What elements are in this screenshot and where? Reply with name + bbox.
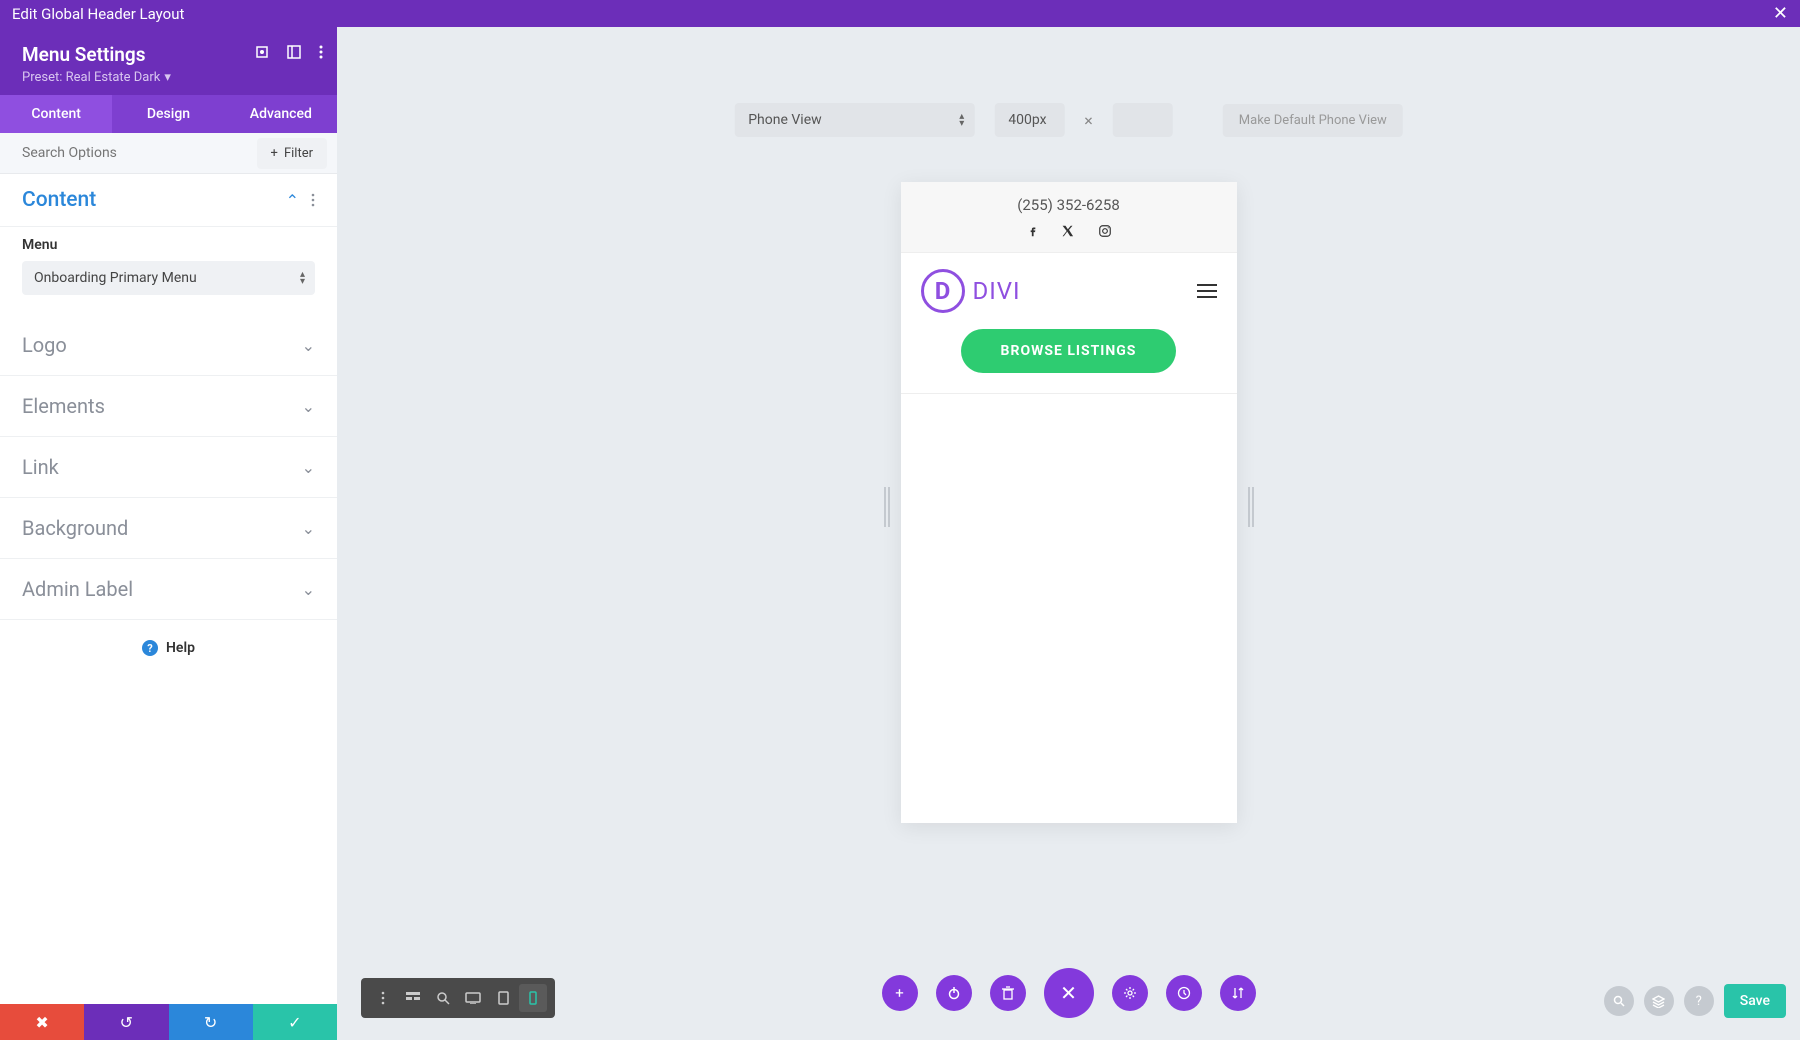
zoom-icon[interactable] — [429, 984, 457, 1012]
canvas-top-controls: Phone View ▴▾ × Make Default Phone View — [734, 103, 1403, 137]
hamburger-icon[interactable] — [1197, 284, 1217, 298]
confirm-button[interactable]: ✓ — [253, 1004, 337, 1040]
social-icons — [915, 224, 1223, 238]
tablet-view-icon[interactable] — [489, 984, 517, 1012]
toolbar-more-icon[interactable] — [369, 984, 397, 1012]
help-circle-button[interactable]: ? — [1684, 986, 1714, 1016]
search-circle-button[interactable] — [1604, 986, 1634, 1016]
preset-selector[interactable]: Preset: Real Estate Dark ▾ — [22, 70, 315, 85]
menu-select[interactable]: Onboarding Primary Menu ▴▾ — [22, 261, 315, 295]
chevron-down-icon: ⌄ — [302, 397, 315, 416]
sidebar-header: Menu Settings Preset: Real Estate Dark ▾ — [0, 27, 337, 95]
top-bar: Edit Global Header Layout ✕ — [0, 0, 1800, 27]
tab-advanced[interactable]: Advanced — [225, 95, 337, 133]
section-content-header[interactable]: Content ⌃ — [0, 174, 337, 227]
search-input[interactable] — [0, 133, 257, 173]
section-elements[interactable]: Elements ⌄ — [0, 376, 337, 437]
height-input[interactable] — [1113, 103, 1173, 137]
menu-field-label: Menu — [22, 237, 315, 253]
facebook-icon[interactable] — [1026, 224, 1040, 238]
view-toolbar — [361, 978, 555, 1018]
settings-sidebar: Menu Settings Preset: Real Estate Dark ▾… — [0, 27, 337, 1040]
section-background[interactable]: Background ⌄ — [0, 498, 337, 559]
search-row: + Filter — [0, 133, 337, 174]
view-mode-select[interactable]: Phone View ▴▾ — [734, 103, 974, 137]
tab-content[interactable]: Content — [0, 95, 112, 133]
history-button[interactable] — [1166, 975, 1202, 1011]
builder-actions: + ✕ — [882, 968, 1256, 1018]
trash-button[interactable] — [990, 975, 1026, 1011]
chevron-up-icon: ⌃ — [286, 191, 299, 210]
browse-listings-button[interactable]: BROWSE LISTINGS — [961, 329, 1177, 373]
section-logo[interactable]: Logo ⌄ — [0, 315, 337, 376]
add-button[interactable]: + — [882, 975, 918, 1011]
tab-design[interactable]: Design — [112, 95, 224, 133]
chevron-down-icon: ⌄ — [302, 519, 315, 538]
logo-text: DIVI — [973, 277, 1021, 305]
preview-topbar: (255) 352-6258 — [901, 182, 1237, 253]
redo-button[interactable]: ↻ — [169, 1004, 253, 1040]
help-link[interactable]: ? Help — [0, 620, 337, 676]
phone-view-icon[interactable] — [519, 984, 547, 1012]
more-vertical-icon[interactable] — [311, 193, 315, 207]
sidebar-bottom-actions: ✖ ↺ ↻ ✓ — [0, 1004, 337, 1040]
layers-circle-button[interactable] — [1644, 986, 1674, 1016]
more-vertical-icon[interactable] — [319, 45, 323, 59]
section-admin-label[interactable]: Admin Label ⌄ — [0, 559, 337, 620]
phone-preview: (255) 352-6258 D DIVI BROWS — [901, 182, 1237, 823]
phone-number: (255) 352-6258 — [915, 196, 1223, 214]
chevron-down-icon: ⌄ — [302, 580, 315, 599]
resize-handle-right[interactable] — [1248, 487, 1254, 527]
caret-down-icon: ▾ — [164, 70, 171, 85]
undo-button[interactable]: ↺ — [84, 1004, 168, 1040]
section-content-body: Menu Onboarding Primary Menu ▴▾ — [0, 227, 337, 315]
canvas: Phone View ▴▾ × Make Default Phone View … — [337, 27, 1800, 1040]
chevron-down-icon: ⌄ — [302, 336, 315, 355]
width-input[interactable] — [994, 103, 1064, 137]
dimension-separator: × — [1084, 111, 1093, 130]
settings-button[interactable] — [1112, 975, 1148, 1011]
resize-handle-left[interactable] — [884, 487, 890, 527]
make-default-button[interactable]: Make Default Phone View — [1223, 104, 1403, 137]
close-icon[interactable]: ✕ — [1773, 3, 1788, 24]
preview-body — [901, 393, 1237, 823]
help-icon: ? — [142, 640, 158, 656]
discard-button[interactable]: ✖ — [0, 1004, 84, 1040]
plus-icon: + — [271, 146, 278, 161]
select-arrows-icon: ▴▾ — [959, 113, 964, 127]
chevron-down-icon: ⌄ — [302, 458, 315, 477]
desktop-view-icon[interactable] — [459, 984, 487, 1012]
expand-icon[interactable] — [287, 45, 301, 59]
preview-nav: D DIVI — [901, 253, 1237, 329]
select-arrows-icon: ▴▾ — [300, 271, 305, 285]
section-link[interactable]: Link ⌄ — [0, 437, 337, 498]
divi-logo[interactable]: D DIVI — [921, 269, 1021, 313]
power-button[interactable] — [936, 975, 972, 1011]
top-bar-title: Edit Global Header Layout — [12, 5, 184, 23]
instagram-icon[interactable] — [1098, 224, 1112, 238]
bottom-right-actions: ? Save — [1604, 984, 1786, 1018]
wireframe-view-icon[interactable] — [399, 984, 427, 1012]
close-builder-button[interactable]: ✕ — [1044, 968, 1094, 1018]
filter-button[interactable]: + Filter — [257, 138, 327, 169]
x-twitter-icon[interactable] — [1062, 224, 1076, 238]
responsive-icon[interactable] — [255, 45, 269, 59]
sort-button[interactable] — [1220, 975, 1256, 1011]
save-button[interactable]: Save — [1724, 984, 1786, 1018]
settings-tabs: Content Design Advanced — [0, 95, 337, 133]
logo-circle: D — [921, 269, 965, 313]
